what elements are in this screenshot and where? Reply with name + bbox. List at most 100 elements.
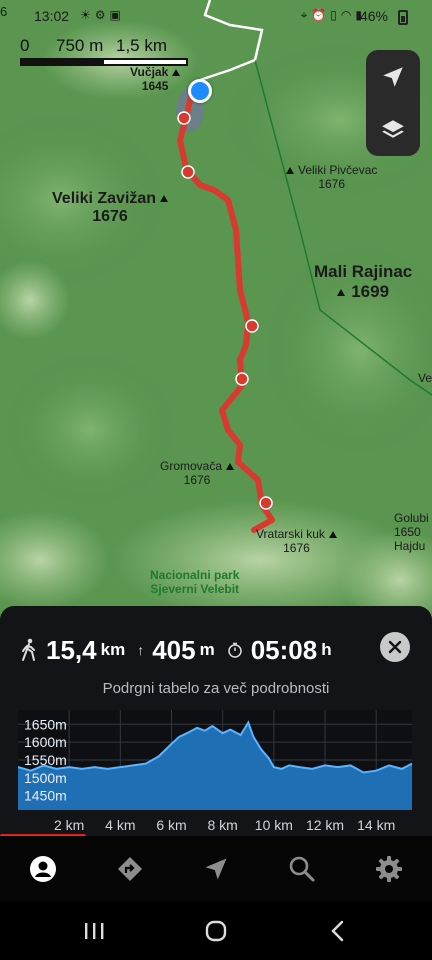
peak-name: Golubi	[394, 511, 429, 525]
back-button[interactable]	[318, 916, 358, 946]
peak-icon	[337, 288, 346, 296]
recenter-button[interactable]	[366, 50, 420, 103]
peak-name: Vučjak	[130, 65, 169, 79]
home-icon	[205, 920, 227, 942]
peak-name: Veliki Zavižan	[52, 190, 157, 207]
scale-zero: 0	[20, 36, 30, 55]
route-sign-icon	[117, 857, 142, 881]
elevation-profile-chart[interactable]: 1650m 1600m 1550m 1500m 1450m 2 km 4 km 6 km 8 …	[18, 710, 414, 834]
user-icon	[30, 856, 57, 882]
peak-elevation: 1676	[283, 540, 310, 555]
peak-label-vratarski-kuk[interactable]: Vratarski kuk 1676	[256, 527, 337, 556]
status-edge-text: 6	[0, 4, 8, 19]
details-hint: Podrgni tabelo za več podrobnosti	[102, 680, 330, 697]
peak-elevation: 1676	[183, 472, 211, 487]
peak-icon	[286, 167, 294, 175]
back-icon	[331, 920, 344, 942]
layers-button[interactable]	[366, 103, 420, 156]
peak-elevation: 1699	[351, 281, 390, 301]
peak-elevation: 1650	[394, 524, 421, 539]
alarm-icon: ⏰	[311, 8, 331, 22]
x-tick-label: 2 km	[54, 817, 84, 833]
tab-navigate[interactable]	[186, 839, 246, 899]
hiker-icon	[20, 638, 38, 662]
navigation-arrow-icon	[205, 858, 227, 880]
vibrate-icon: ▯	[330, 8, 341, 22]
y-tick-label: 1650m	[24, 716, 67, 732]
x-tick-label: 6 km	[156, 817, 186, 833]
route-summary-panel[interactable]: 15,4 km ↑ 405 m 05:08 h Podrgni tabelo z…	[0, 606, 432, 838]
y-tick-label: 1600m	[24, 734, 67, 750]
x-tick-label: 4 km	[105, 817, 135, 833]
wifi-icon: ◠	[340, 8, 356, 22]
battery-icon	[398, 10, 408, 25]
peak-icon	[328, 531, 337, 539]
ascent-arrow-icon: ↑	[137, 642, 145, 658]
battery-percent: 46%	[359, 8, 388, 24]
edge-label-hajdu: Hajdu	[394, 538, 426, 553]
recent-apps-icon	[85, 923, 104, 939]
search-icon	[290, 856, 315, 882]
close-button[interactable]	[380, 632, 410, 662]
peak-label-veliki-zavizan[interactable]: Veliki Zavižan 1676	[52, 190, 169, 227]
y-tick-label: 1500m	[24, 770, 67, 786]
scale-mid: 750 m	[56, 36, 104, 55]
scale-end: 1,5 km	[116, 36, 168, 55]
peak-name: Gromovača	[160, 459, 223, 473]
y-tick-label: 1450m	[24, 788, 67, 804]
distance-unit: km	[100, 640, 126, 659]
tab-settings[interactable]	[359, 839, 419, 899]
peak-icon	[160, 195, 169, 203]
distance-value: 15,4	[46, 634, 97, 665]
status-time: 13:02	[34, 8, 70, 24]
duration-unit: h	[321, 640, 332, 659]
x-tick-label: 8 km	[208, 817, 238, 833]
status-right-icons: ⌖⏰▯◠▮	[301, 8, 366, 23]
image-icon: ▣	[109, 8, 125, 22]
close-icon	[388, 640, 402, 654]
navigation-arrow-icon	[383, 66, 403, 87]
location-icon: ⌖	[300, 8, 312, 22]
system-navigation-bar	[0, 902, 432, 960]
peak-label-golubi[interactable]: Golubi 1650 Hajdu	[394, 511, 429, 553]
map-controls	[366, 50, 420, 156]
peak-label-veliki-pivcevac[interactable]: Veliki Pivčevac 1676	[286, 163, 378, 192]
bottom-tab-bar	[0, 836, 432, 902]
park-label-line2: Sjeverni Velebit	[150, 582, 240, 597]
map-view[interactable]: 6 13:02 ☀⚙▣ ⌖⏰▯◠▮ 46% 0 750 m 1,5 km Vuč…	[0, 0, 432, 620]
x-tick-label: 14 km	[357, 817, 395, 833]
settings-icon: ⚙	[94, 8, 110, 22]
peak-elevation: 1676	[318, 176, 346, 191]
layers-icon	[382, 119, 404, 138]
user-location-marker	[188, 79, 212, 103]
timer-icon	[227, 642, 243, 658]
park-label: Nacionalni park Sjeverni Velebit	[150, 568, 239, 597]
peak-name: Vratarski kuk	[256, 527, 325, 541]
peak-name: Veliki Pivčevac	[298, 163, 378, 177]
peak-icon	[226, 463, 235, 471]
y-tick-label: 1550m	[24, 752, 67, 768]
recent-apps-button[interactable]	[74, 916, 114, 946]
tab-profile[interactable]	[13, 839, 73, 899]
sun-icon: ☀	[80, 8, 95, 22]
x-tick-label: 10 km	[255, 817, 293, 833]
peak-icon	[172, 69, 181, 77]
tab-routes[interactable]	[100, 839, 160, 899]
ascent-unit: m	[199, 640, 215, 659]
peak-label-mali-rajinac[interactable]: Mali Rajinac 1699	[314, 262, 412, 301]
tab-search[interactable]	[272, 839, 332, 899]
ascent-value: 405	[152, 634, 196, 665]
gear-icon	[375, 856, 402, 882]
status-bar: 6 13:02 ☀⚙▣ ⌖⏰▯◠▮ 46%	[0, 0, 432, 32]
park-label-line1: Nacionalni park	[150, 568, 240, 582]
route-stats: 15,4 km ↑ 405 m 05:08 h	[20, 630, 416, 670]
status-left-icons: ☀⚙▣	[80, 8, 125, 22]
edge-label-ve: Ve	[418, 371, 432, 385]
duration-value: 05:08	[250, 634, 318, 665]
peak-label-vucjak[interactable]: Vučjak 1645	[130, 65, 181, 94]
home-button[interactable]	[196, 916, 236, 946]
x-tick-label: 12 km	[306, 817, 344, 833]
peak-name: Mali Rajinac	[314, 262, 413, 281]
peak-label-gromovaca[interactable]: Gromovača 1676	[160, 459, 235, 488]
peak-elevation: 1645	[141, 78, 169, 93]
